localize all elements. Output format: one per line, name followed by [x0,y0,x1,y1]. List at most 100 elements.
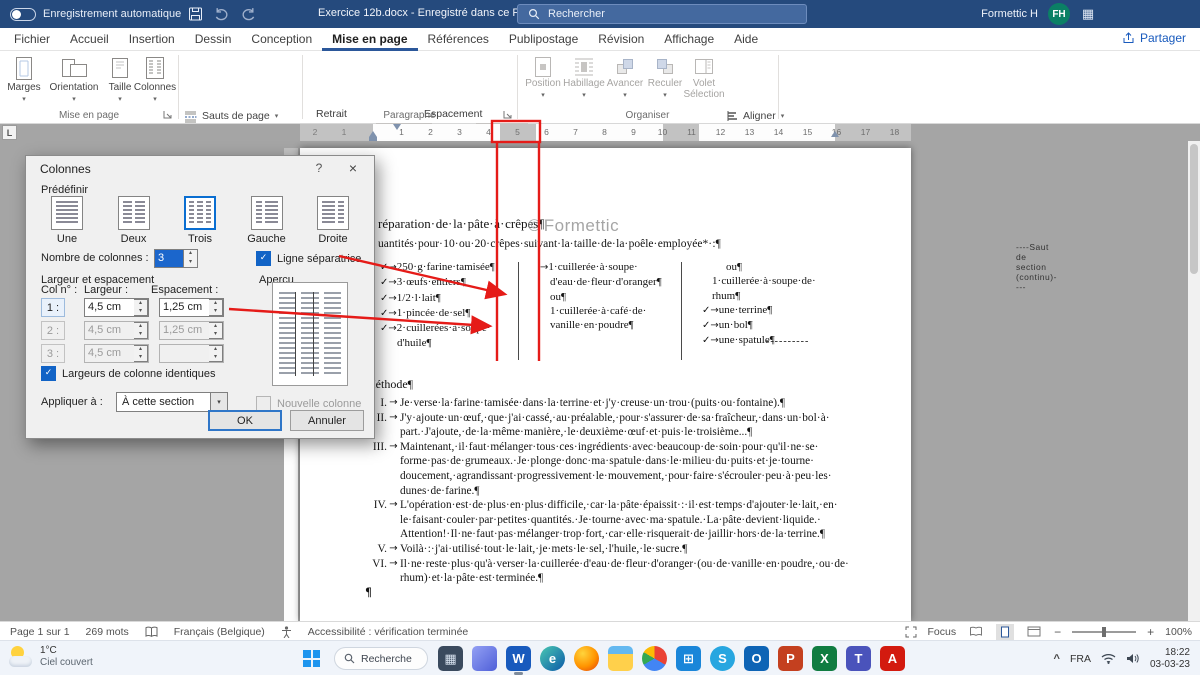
wrap-text-button[interactable]: Habillage▾ [564,56,604,101]
spinner[interactable]: ▴▾ [134,299,148,316]
redo-icon[interactable] [240,7,256,21]
share-button[interactable]: Partager [1122,31,1186,45]
word-icon[interactable]: W [506,646,531,671]
column-spacing-field[interactable]: ▴▾ [159,344,224,363]
dialog-help-button[interactable]: ? [308,161,330,175]
column-spacing-field[interactable]: 1,25 cm▴▾ [159,321,224,340]
scrollbar-thumb[interactable] [1190,144,1198,274]
proofing-icon[interactable] [145,626,158,638]
spinner[interactable]: ▴▾ [134,322,148,339]
num-columns-spinner[interactable]: 3 ▴▾ [154,249,198,268]
ribbon-tab[interactable]: Aide [724,28,768,51]
clock[interactable]: 18:2203-03-23 [1150,647,1190,671]
avatar[interactable]: FH [1048,3,1070,25]
bring-forward-button[interactable]: Avancer▾ [606,56,644,101]
ribbon-tab[interactable]: Conception [241,28,322,51]
zoom-out-button[interactable]: − [1054,625,1061,639]
language-indicator[interactable]: Français (Belgique) [174,626,265,638]
volume-icon[interactable] [1126,653,1140,664]
ribbon-tab[interactable]: Références [418,28,499,51]
equal-width-checkbox[interactable]: ✓ Largeurs de colonne identiques [41,366,216,381]
send-backward-button[interactable]: Reculer▾ [646,56,684,101]
outlook-icon[interactable]: O [744,646,769,671]
start-button[interactable] [303,650,320,667]
tab-selector[interactable]: L [2,125,17,140]
document-page[interactable]: réparation· de· la· pâte· à· crêpes¶ uan… [300,148,911,621]
ribbon-tab[interactable]: Publipostage [499,28,588,51]
web-layout-button[interactable] [1025,624,1043,640]
right-indent-marker[interactable] [831,131,839,137]
columns-button[interactable]: Colonnes▾ [134,56,176,105]
powerpoint-icon[interactable]: P [778,646,803,671]
spinner[interactable]: ▴▾ [209,322,223,339]
ribbon-tab[interactable]: Mise en page [322,28,417,51]
size-button[interactable]: Taille▾ [104,56,136,105]
save-icon[interactable] [188,7,204,21]
position-button[interactable]: Position▾ [524,56,562,101]
teams-icon[interactable]: T [846,646,871,671]
first-line-indent-marker[interactable] [393,124,401,130]
focus-button[interactable]: Focus [928,626,957,638]
store-icon[interactable]: ⊞ [676,646,701,671]
page-indicator[interactable]: Page 1 sur 1 [10,626,70,638]
column-width-field[interactable]: 4,5 cm▴▾ [84,344,149,363]
accessibility-status[interactable]: Accessibilité : vérification terminée [308,626,468,638]
column-preset-option[interactable]: Une [38,196,96,245]
weather-widget[interactable]: 1°CCiel couvert [8,645,93,669]
ribbon-tab[interactable]: Accueil [60,28,119,51]
wifi-icon[interactable] [1101,653,1116,664]
spinner[interactable]: ▴▾ [209,299,223,316]
spinner[interactable]: ▴▾ [209,345,223,362]
column-width-field[interactable]: 4,5 cm▴▾ [84,321,149,340]
apply-to-dropdown[interactable]: À cette section ▾ [116,392,228,412]
acrobat-icon[interactable]: A [880,646,905,671]
ribbon-tab[interactable]: Fichier [4,28,60,51]
page-breaks-button[interactable]: Sauts de page▾ [184,108,278,124]
margins-button[interactable]: Marges▾ [4,56,44,105]
input-language[interactable]: FRA [1070,653,1091,665]
vertical-scrollbar[interactable] [1188,141,1200,621]
zoom-slider-thumb[interactable] [1102,627,1106,637]
dialog-close-button[interactable]: × [340,160,366,176]
selection-pane-button[interactable]: Volet Sélection [686,56,722,100]
skype-icon[interactable]: S [710,646,735,671]
firefox-icon[interactable] [574,646,599,671]
chat-icon[interactable] [472,646,497,671]
column-preset-option[interactable]: Deux [105,196,163,245]
line-separator-checkbox[interactable]: ✓ Ligne séparatrice [256,251,361,266]
spinner[interactable]: ▴▾ [134,345,148,362]
dialog-launcher-icon[interactable] [163,110,173,120]
ribbon-tab[interactable]: Insertion [119,28,185,51]
ribbon-tab[interactable]: Dessin [185,28,242,51]
column-spacing-field[interactable]: 1,25 cm▴▾ [159,298,224,317]
ok-button[interactable]: OK [208,410,282,431]
spinner[interactable]: ▴▾ [184,249,198,268]
autosave-toggle[interactable] [10,8,36,21]
tray-expand-icon[interactable]: ^ [1054,653,1060,665]
zoom-in-button[interactable]: + [1147,625,1154,639]
ribbon-tab[interactable]: Affichage [654,28,724,51]
column-preset-option[interactable]: Droite [304,196,362,245]
file-explorer-icon[interactable] [608,646,633,671]
horizontal-ruler[interactable]: L 2 1 123456789101112131415161718 [0,124,1200,141]
column-preset-option[interactable]: Trois [171,196,229,245]
ribbon-options-icon[interactable]: ▦ [1080,6,1096,22]
edge-icon[interactable]: e [540,646,565,671]
ribbon-tab[interactable]: Révision [588,28,654,51]
read-mode-button[interactable] [967,624,985,640]
column-preset-option[interactable]: Gauche [238,196,296,245]
document-title[interactable]: Exercice 12b.docx - Enregistré dans ce P… [318,7,528,19]
column-width-field[interactable]: 4,5 cm▴▾ [84,298,149,317]
zoom-slider[interactable] [1072,631,1136,633]
dialog-launcher-icon[interactable] [503,110,513,120]
print-layout-button[interactable] [996,624,1014,640]
chrome-icon[interactable] [642,646,667,671]
word-count[interactable]: 269 mots [86,626,129,638]
undo-icon[interactable] [214,7,230,21]
orientation-button[interactable]: Orientation▾ [46,56,102,105]
cancel-button[interactable]: Annuler [290,410,364,431]
titlebar-search[interactable]: Rechercher [517,4,807,24]
new-column-checkbox[interactable]: Nouvelle colonne [256,396,361,411]
task-view-icon[interactable]: ▦ [438,646,463,671]
taskbar-search[interactable]: Recherche [334,647,428,670]
